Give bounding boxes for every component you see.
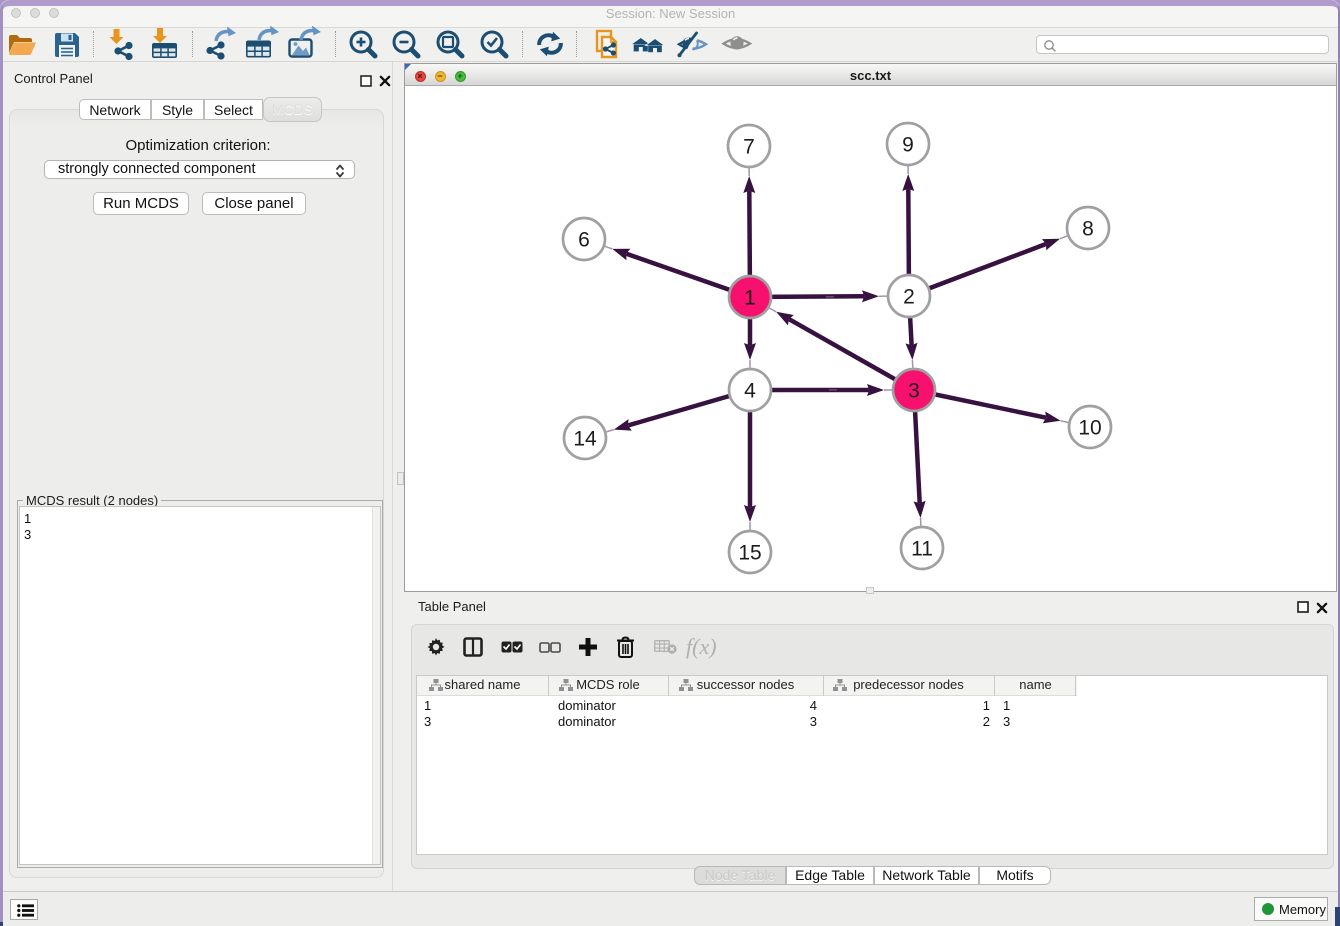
svg-text:15: 15 <box>738 542 761 565</box>
svg-text:2: 2 <box>903 286 915 309</box>
svg-text:10: 10 <box>1078 417 1101 440</box>
svg-text:1: 1 <box>744 287 756 310</box>
svg-text:9: 9 <box>902 134 914 157</box>
svg-text:11: 11 <box>911 538 933 561</box>
svg-text:7: 7 <box>743 136 755 159</box>
svg-text:14: 14 <box>573 428 597 451</box>
svg-text:8: 8 <box>1082 218 1094 241</box>
svg-text:3: 3 <box>908 380 920 403</box>
svg-text:4: 4 <box>744 380 756 403</box>
svg-text:6: 6 <box>578 229 590 252</box>
